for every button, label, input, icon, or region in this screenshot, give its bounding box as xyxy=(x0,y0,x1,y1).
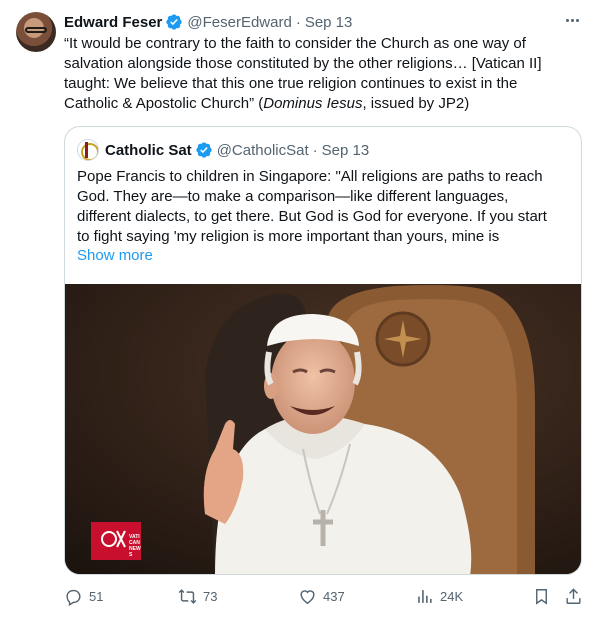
pope-photo xyxy=(65,284,581,574)
show-more-link[interactable]: Show more xyxy=(77,247,153,264)
tweet-date[interactable]: Sep 13 xyxy=(305,14,353,31)
bookmark-icon xyxy=(536,588,547,605)
tweet-header: Edward Feser @FeserEdward · Sep 13 xyxy=(64,12,582,32)
author-name[interactable]: Edward Feser xyxy=(64,14,162,31)
tweet-text-segment: Catholic & Apostolic Church” ( xyxy=(64,95,264,112)
quoted-tweet-date: Sep 13 xyxy=(321,141,370,159)
verified-badge-icon xyxy=(166,14,183,30)
quoted-tweet-header: Catholic Sat @CatholicSat · Sep 13 xyxy=(77,139,369,161)
quoted-media-image[interactable]: VATICAN NEWS xyxy=(65,284,581,574)
reply-button[interactable]: 51 xyxy=(64,584,103,608)
quoted-text-line: to fight saying 'my religion is more imp… xyxy=(77,228,500,245)
author-handle[interactable]: @FeserEdward xyxy=(187,14,291,31)
tweet-text-line: taught: We believe that this one true re… xyxy=(64,75,518,92)
quoted-tweet[interactable]: Catholic Sat @CatholicSat · Sep 13 Pope … xyxy=(64,126,582,575)
view-count: 24K xyxy=(440,588,464,604)
like-icon xyxy=(300,589,315,604)
more-icon[interactable] xyxy=(562,10,582,30)
share-icon xyxy=(566,587,581,604)
separator-dot: · xyxy=(295,13,301,31)
quoted-tweet-text: Pope Francis to children in Singapore: "… xyxy=(77,167,571,247)
tweet-text: “It would be contrary to the faith to co… xyxy=(64,34,584,114)
views-icon xyxy=(418,589,432,603)
quoted-text-line: God. They are—to make a comparison—like … xyxy=(77,188,509,205)
like-count: 437 xyxy=(323,588,345,604)
tweet-text-segment: , issued by JP2) xyxy=(362,95,470,112)
document-title: Dominus Iesus xyxy=(263,95,363,112)
bookmark-button[interactable] xyxy=(532,584,551,608)
verified-badge-icon xyxy=(196,142,212,158)
quoted-author-handle: @CatholicSat xyxy=(216,141,309,159)
reply-icon xyxy=(66,589,81,606)
author-avatar[interactable] xyxy=(16,12,56,52)
quoted-text-line: different dialects, to get there. But Go… xyxy=(77,208,547,225)
tweet-text-line: salvation alongside those constituted by… xyxy=(64,55,542,72)
share-button[interactable] xyxy=(564,584,583,608)
repost-icon xyxy=(178,588,197,604)
quoted-text-line: Pope Francis to children in Singapore: "… xyxy=(77,168,543,185)
media-watermark: VATICAN NEWS xyxy=(129,534,141,558)
reply-count: 51 xyxy=(89,588,104,604)
like-button[interactable]: 437 xyxy=(298,584,345,608)
repost-button[interactable]: 73 xyxy=(178,584,217,608)
tweet-text-line: Catholic & Apostolic Church” (Dominus Ie… xyxy=(64,94,584,114)
tweet-text-line: “It would be contrary to the faith to co… xyxy=(64,35,526,52)
quoted-author-name: Catholic Sat xyxy=(105,141,192,159)
separator-dot: · xyxy=(312,141,318,159)
quoted-author-avatar xyxy=(77,139,99,161)
repost-count: 73 xyxy=(203,588,218,604)
tweet-actions: 51 73 437 24K xyxy=(64,584,584,608)
views-button[interactable]: 24K xyxy=(415,584,463,608)
